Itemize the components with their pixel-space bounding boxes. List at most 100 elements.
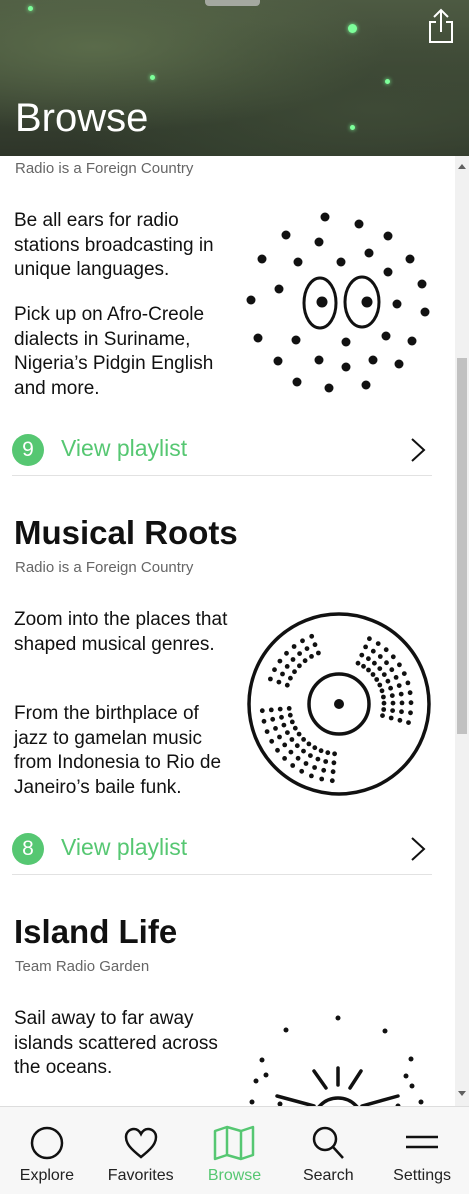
vinyl-dot (309, 654, 314, 659)
collection-description: From the birthplace of jazz to gamelan m… (14, 703, 222, 798)
scroll-down-arrow-icon[interactable] (458, 1091, 466, 1096)
collection-title[interactable]: Island Life (14, 913, 177, 951)
vinyl-dot (282, 756, 287, 761)
scrollbar[interactable] (455, 156, 469, 1106)
vinyl-dot (332, 751, 337, 757)
vinyl-dot (269, 738, 275, 744)
vinyl-dot (291, 644, 297, 649)
drag-handle[interactable] (205, 0, 260, 6)
vinyl-dot (309, 773, 314, 779)
vinyl-dot (396, 683, 402, 688)
face-dots-icon (246, 212, 430, 393)
station-dot[interactable] (348, 24, 357, 33)
vinyl-dot (390, 708, 395, 713)
vinyl-dot (383, 647, 389, 653)
vinyl-dot (290, 657, 296, 662)
vinyl-dot (381, 672, 387, 677)
vinyl-dot (389, 667, 395, 673)
nav-settings[interactable]: Settings (375, 1107, 469, 1194)
globe-icon (30, 1126, 64, 1160)
vinyl-dot (370, 672, 376, 677)
vinyl-dot (289, 737, 295, 742)
nav-label: Favorites (107, 1167, 174, 1184)
vinyl-dot (408, 700, 414, 706)
vinyl-dot (292, 669, 297, 675)
vinyl-dot (279, 714, 284, 720)
vinyl-dot (296, 731, 302, 737)
nav-label: Browse (207, 1167, 262, 1184)
vinyl-dot (277, 706, 283, 712)
vinyl-dot (388, 685, 393, 691)
collection-description: Zoom into the places that shaped musical… (14, 609, 228, 655)
vinyl-dot (297, 651, 302, 656)
vinyl-dot (316, 650, 321, 656)
vinyl-dot (277, 734, 282, 740)
nav-browse[interactable]: Browse (188, 1107, 282, 1194)
vinyl-dot (308, 753, 313, 758)
vinyl-dot (318, 748, 324, 754)
sun-icon (249, 1015, 424, 1106)
view-playlist-link[interactable]: View playlist (61, 834, 187, 861)
vinyl-dot (277, 658, 283, 664)
vinyl-dot (381, 707, 387, 712)
view-playlist-row[interactable]: 8 View playlist (12, 827, 432, 875)
vinyl-dot (393, 675, 399, 680)
chevron-right-icon (411, 438, 426, 462)
vinyl-dot (385, 678, 391, 684)
vinyl-dot (285, 730, 290, 735)
vinyl-dot (284, 682, 290, 688)
collection-title[interactable]: Musical Roots (14, 514, 238, 552)
nav-search[interactable]: Search (281, 1107, 375, 1194)
collection-description: Be all ears for radio stations broadcast… (14, 210, 214, 280)
station-dot[interactable] (350, 125, 355, 130)
vinyl-dot (370, 648, 376, 654)
vinyl-dot (290, 763, 296, 768)
vinyl-dot (294, 743, 300, 749)
heart-icon (124, 1127, 157, 1159)
vinyl-dot (273, 726, 278, 731)
vinyl-dot (284, 664, 290, 669)
vinyl-dot (287, 712, 293, 718)
vinyl-dot (280, 671, 285, 677)
station-dot[interactable] (150, 75, 155, 80)
vinyl-dot (303, 761, 309, 766)
nav-favorites[interactable]: Favorites (94, 1107, 188, 1194)
view-playlist-row[interactable]: 9 View playlist (12, 428, 432, 476)
scroll-thumb[interactable] (457, 358, 467, 734)
share-icon[interactable] (427, 8, 455, 44)
browse-list[interactable]: Radio is a Foreign Country Be all ears f… (0, 156, 455, 1106)
vinyl-dot (384, 660, 389, 666)
vinyl-dot (270, 716, 276, 722)
view-playlist-link[interactable]: View playlist (61, 435, 187, 462)
collection-subtitle: Radio is a Foreign Country (15, 559, 194, 576)
station-dot[interactable] (385, 79, 390, 84)
vinyl-dot (366, 667, 371, 673)
vinyl-dot (292, 725, 298, 731)
vinyl-dot (268, 676, 273, 682)
vinyl-dot (329, 778, 335, 784)
vinyl-dot (261, 718, 267, 724)
bottom-nav: Explore Favorites Browse Search Settings (0, 1106, 469, 1194)
vinyl-dot (286, 706, 292, 711)
vinyl-dot (288, 675, 293, 681)
vinyl-dot (282, 742, 288, 748)
vinyl-dot (408, 710, 413, 716)
vinyl-dot (300, 638, 305, 644)
station-dot[interactable] (28, 6, 33, 11)
vinyl-dot (268, 707, 274, 713)
nav-explore[interactable]: Explore (0, 1107, 94, 1194)
vinyl-dot (299, 768, 305, 774)
vinyl-dot (312, 745, 318, 751)
vinyl-dot (390, 654, 396, 660)
vinyl-dot (397, 717, 403, 723)
vinyl-dot (297, 663, 302, 669)
scroll-up-arrow-icon[interactable] (458, 164, 466, 169)
vinyl-dot (295, 755, 301, 761)
nav-label: Explore (19, 1167, 75, 1184)
vinyl-record-icon (247, 612, 431, 796)
vinyl-dot (377, 666, 383, 671)
vinyl-dot (375, 641, 381, 646)
vinyl-dot (361, 663, 366, 669)
vinyl-dot (372, 660, 377, 666)
vinyl-dot (309, 633, 315, 639)
